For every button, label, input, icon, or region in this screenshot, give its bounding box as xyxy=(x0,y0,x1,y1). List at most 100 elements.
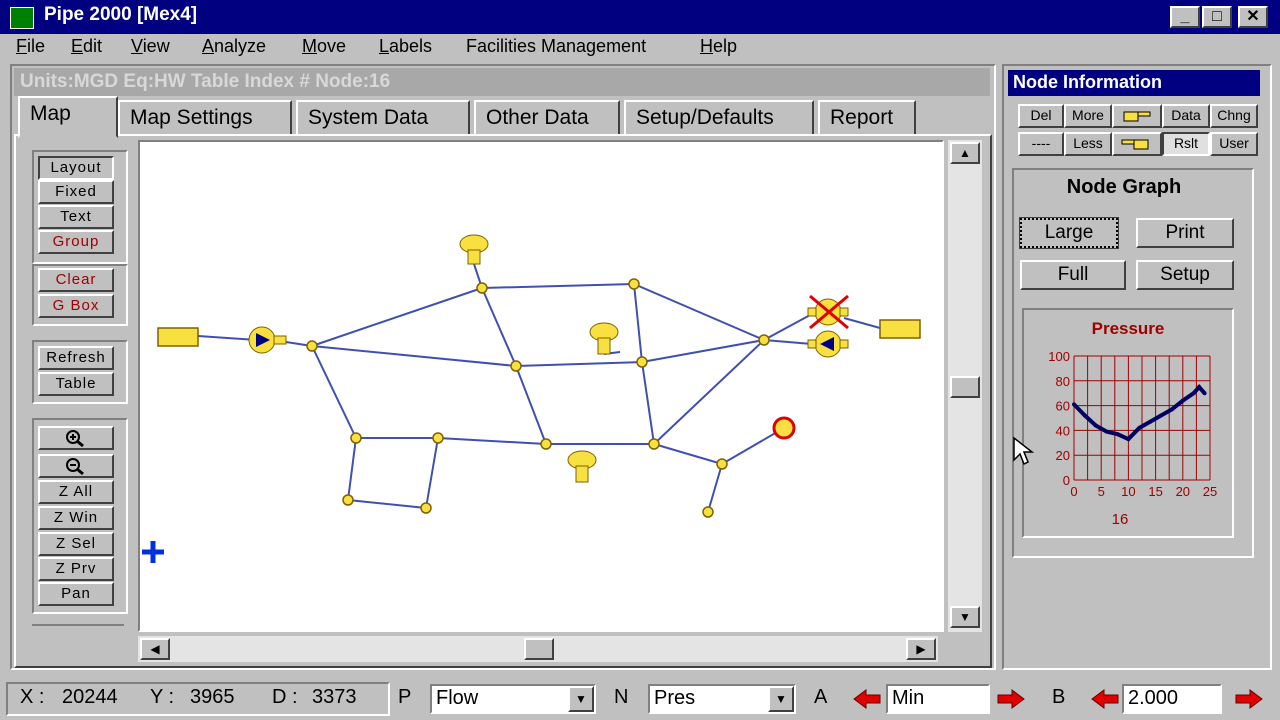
clear-button[interactable]: Clear xyxy=(38,268,114,292)
chng-button[interactable]: Chng xyxy=(1210,104,1258,128)
map-canvas[interactable] xyxy=(138,140,944,632)
zoom-in-icon xyxy=(66,430,84,448)
b-label: B xyxy=(1052,686,1066,708)
menu-facilities-management[interactable]: Facilities Management xyxy=(466,36,646,57)
pump-right-bottom[interactable] xyxy=(807,330,849,358)
refresh-button[interactable]: Refresh xyxy=(38,346,114,370)
reservoir-left[interactable] xyxy=(157,327,199,347)
tank-bottom[interactable] xyxy=(567,450,597,483)
zoom-window-button[interactable]: Z Win xyxy=(38,506,114,530)
separator-button[interactable]: ---- xyxy=(1018,132,1064,156)
layout-button[interactable]: Layout xyxy=(38,156,114,180)
g-box-button[interactable]: G Box xyxy=(38,294,114,318)
menu-analyze[interactable]: Analyze xyxy=(202,36,266,57)
p-select[interactable]: Flow ▼ xyxy=(430,684,596,714)
user-button[interactable]: User xyxy=(1210,132,1258,156)
more-button[interactable]: More xyxy=(1064,104,1112,128)
chevron-down-icon[interactable]: ▼ xyxy=(768,686,794,712)
tab-map[interactable]: Map xyxy=(18,96,118,138)
zoom-in-button[interactable] xyxy=(38,426,114,450)
y-label: Y : xyxy=(150,686,175,708)
junction-nodes[interactable] xyxy=(306,278,770,518)
menu-labels[interactable]: Labels xyxy=(379,36,432,57)
vertical-scroll-thumb[interactable] xyxy=(950,376,980,398)
tank-top[interactable] xyxy=(459,234,489,265)
tab-report[interactable]: Report xyxy=(818,100,916,136)
tank-middle[interactable] xyxy=(589,322,619,355)
zoom-previous-button[interactable]: Z Prv xyxy=(38,557,114,581)
chart-title: Pressure xyxy=(1092,319,1165,338)
fixed-button[interactable]: Fixed xyxy=(38,180,114,204)
zoom-all-button[interactable]: Z All xyxy=(38,480,114,504)
maximize-button[interactable]: □ xyxy=(1202,6,1232,28)
pressure-data-point xyxy=(1082,413,1087,418)
d-label: D : xyxy=(272,686,298,708)
pump-right-top-disabled[interactable] xyxy=(807,294,849,330)
menu-help[interactable]: Help xyxy=(700,36,737,57)
pressure-data-point xyxy=(1104,429,1109,434)
pump-left[interactable] xyxy=(248,326,287,354)
zoom-select-button[interactable]: Z Sel xyxy=(38,532,114,556)
text-button[interactable]: Text xyxy=(38,205,114,229)
menu-view[interactable]: View xyxy=(131,36,170,57)
menu-edit[interactable]: Edit xyxy=(71,36,102,57)
pressure-data-point xyxy=(1197,385,1202,389)
less-button[interactable]: Less xyxy=(1064,132,1112,156)
pressure-data-point xyxy=(1202,391,1207,396)
close-button[interactable]: ✕ xyxy=(1238,6,1268,28)
arrow-right-icon[interactable] xyxy=(1234,686,1264,712)
scroll-up-button[interactable]: ▲ xyxy=(950,142,980,164)
del-button[interactable]: Del xyxy=(1018,104,1064,128)
scroll-down-button[interactable]: ▼ xyxy=(950,606,980,628)
table-button[interactable]: Table xyxy=(38,372,114,396)
tab-setup-defaults[interactable]: Setup/Defaults xyxy=(624,100,814,136)
scroll-right-button[interactable]: ▶ xyxy=(906,638,936,660)
pressure-chart-frame: Pressure 0 20 40 60 80 100 0 5 10 15 20 25 16 xyxy=(1022,308,1234,538)
zoom-out-button[interactable] xyxy=(38,454,114,478)
n-select[interactable]: Pres ▼ xyxy=(648,684,796,714)
b-input[interactable]: 2.000 xyxy=(1122,684,1222,714)
x-tick-label: 10 xyxy=(1121,484,1135,499)
tab-other-data[interactable]: Other Data xyxy=(474,100,620,136)
title-bar: Pipe 2000 [Mex4] _ □ ✕ xyxy=(0,0,1280,34)
p-select-value: Flow xyxy=(436,687,479,709)
a-input[interactable]: Min xyxy=(886,684,990,714)
pressure-data-point xyxy=(1169,407,1174,412)
menu-file[interactable]: File xyxy=(16,36,45,57)
pressure-data-point xyxy=(1180,398,1185,403)
large-button[interactable]: Large xyxy=(1019,217,1119,249)
setup-button[interactable]: Setup xyxy=(1136,260,1234,290)
selected-node[interactable] xyxy=(772,416,796,440)
full-button[interactable]: Full xyxy=(1020,260,1126,290)
zoom-out-icon xyxy=(66,458,84,476)
y-tick-label: 0 xyxy=(1063,473,1070,488)
pipe-network-map[interactable] xyxy=(140,142,942,630)
x-label: X : xyxy=(20,686,45,708)
point-left-button[interactable] xyxy=(1112,132,1162,156)
reservoir-right[interactable] xyxy=(879,319,921,339)
n-label: N xyxy=(614,686,629,708)
pan-button[interactable]: Pan xyxy=(38,582,114,606)
scroll-left-button[interactable]: ◀ xyxy=(140,638,170,660)
group-button[interactable]: Group xyxy=(38,230,114,254)
point-right-button[interactable] xyxy=(1112,104,1162,128)
pressure-data-point xyxy=(1159,413,1164,418)
arrow-left-icon[interactable] xyxy=(1090,686,1120,712)
tab-system-data[interactable]: System Data xyxy=(296,100,470,136)
print-button[interactable]: Print xyxy=(1136,218,1234,248)
chevron-down-icon[interactable]: ▼ xyxy=(568,686,594,712)
hand-point-left-icon xyxy=(1121,139,1149,150)
menu-move[interactable]: Move xyxy=(302,36,346,57)
horizontal-scroll-thumb[interactable] xyxy=(524,638,554,660)
window-title: Pipe 2000 [Mex4] xyxy=(44,4,198,25)
arrow-left-icon[interactable] xyxy=(852,686,882,712)
data-button[interactable]: Data xyxy=(1162,104,1210,128)
minimize-button[interactable]: _ xyxy=(1170,6,1200,28)
tab-map-settings[interactable]: Map Settings xyxy=(118,100,292,136)
rslt-button[interactable]: Rslt xyxy=(1162,132,1210,156)
node-graph-title: Node Graph xyxy=(1066,176,1182,198)
pressure-data-point xyxy=(1191,391,1196,396)
pressure-data-point xyxy=(1115,432,1120,437)
pressure-data-point xyxy=(1137,425,1142,430)
arrow-right-icon[interactable] xyxy=(996,686,1026,712)
